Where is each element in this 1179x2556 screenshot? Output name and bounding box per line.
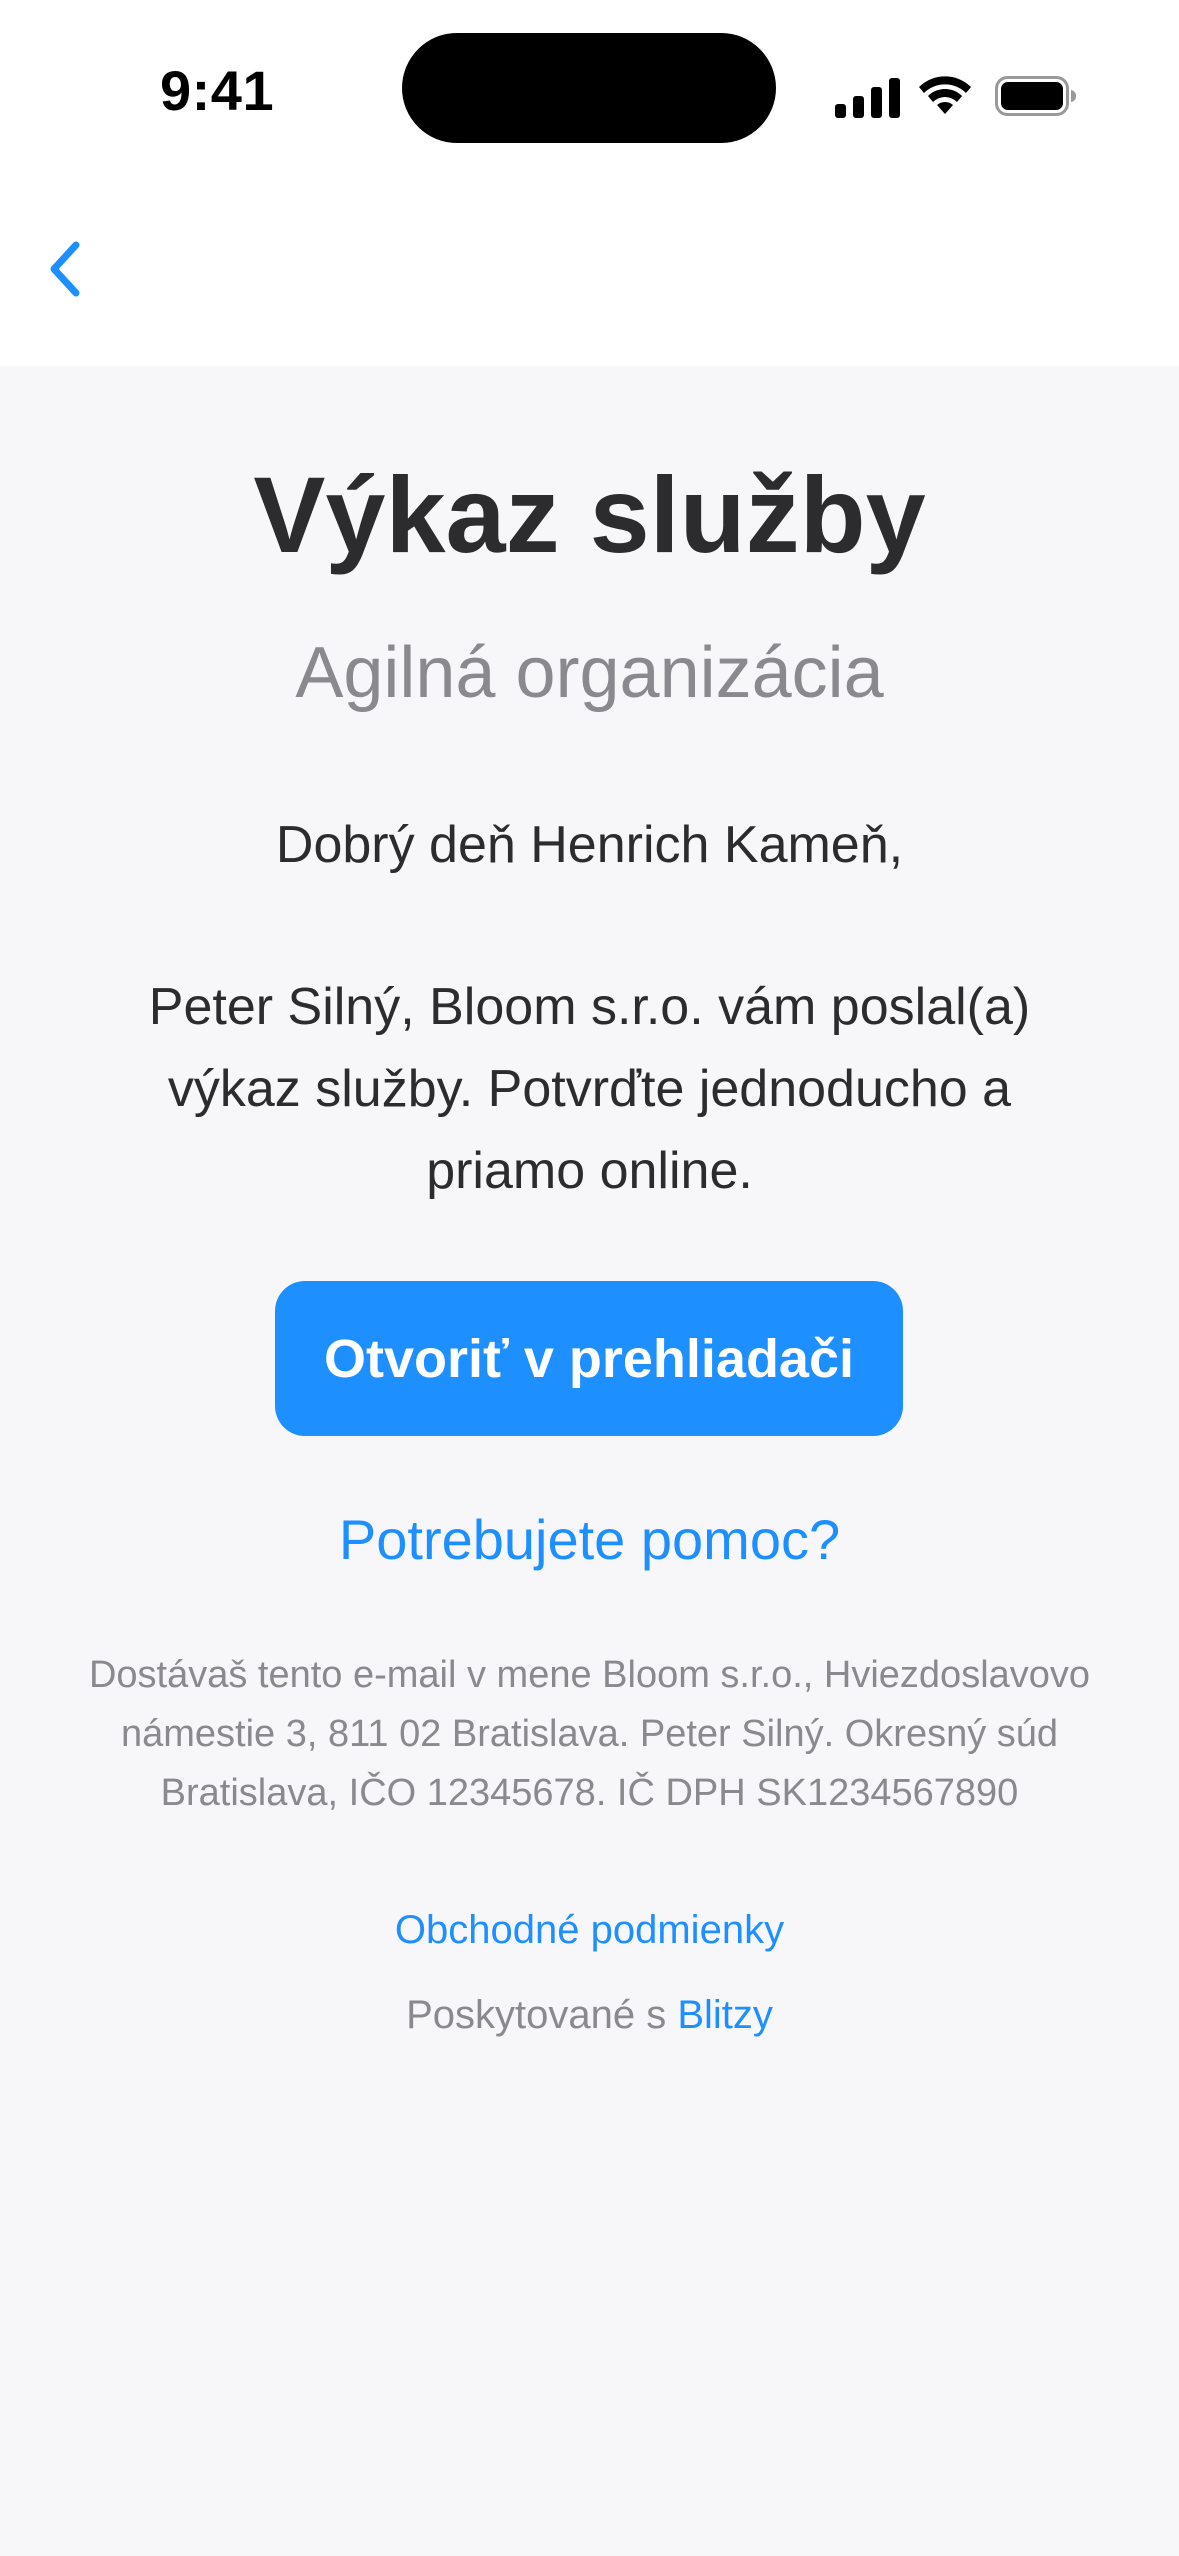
cellular-signal-icon [835,78,900,118]
status-time: 9:41 [160,59,275,122]
email-screen: 9:41 Výkaz služby Agilná organizácia Dob… [0,0,1179,2556]
powered-by: Poskytované s Blitzy [0,1991,1179,2039]
chevron-left-icon [50,241,80,297]
status-icons [835,70,1076,122]
powered-prefix: Poskytované s [406,1993,667,2037]
dynamic-island [402,33,776,143]
footer-legal-text: Dostávaš tento e-mail v mene Bloom s.r.o… [88,1654,1091,1814]
help-link[interactable]: Potrebujete pomoc? [0,1506,1179,1573]
email-title: Výkaz služby [253,454,926,575]
header-area: 9:41 [0,0,1179,366]
terms-link[interactable]: Obchodné podmienky [0,1906,1179,1954]
brand-link[interactable]: Blitzy [677,1993,773,2037]
open-in-browser-button[interactable]: Otvoriť v prehliadači [275,1281,903,1436]
battery-icon [995,76,1076,116]
wifi-icon [919,76,971,114]
greeting-text: Dobrý deň Henrich Kameň, [275,816,904,874]
body-text: Peter Silný, Bloom s.r.o. vám poslal(a) … [148,978,1031,1200]
email-subtitle: Agilná organizácia [295,633,884,713]
back-button[interactable] [36,224,96,314]
